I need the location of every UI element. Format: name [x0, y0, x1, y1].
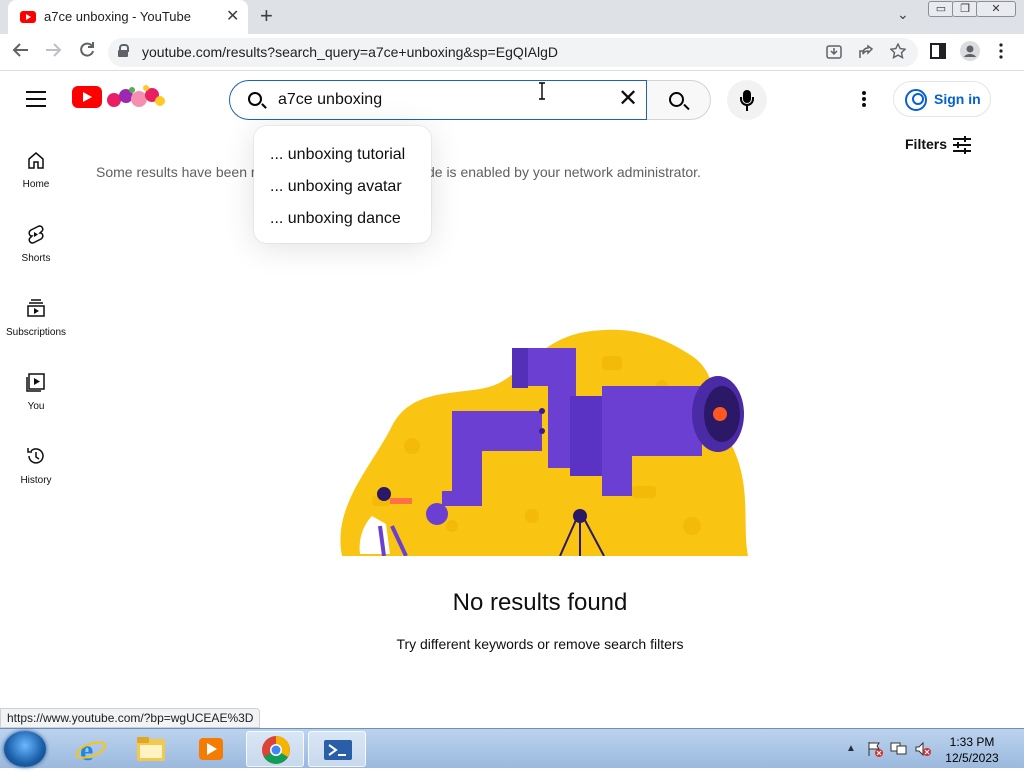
side-panel-icon[interactable] [930, 43, 946, 63]
start-button-windows-icon[interactable] [4, 731, 46, 767]
sign-in-label: Sign in [934, 91, 981, 107]
search-input-value[interactable]: a7ce unboxing [278, 91, 382, 109]
action-center-flag-icon[interactable] [866, 741, 884, 757]
close-window-button[interactable]: ✕ [976, 1, 1016, 17]
taskbar-media-player-icon[interactable] [182, 731, 240, 767]
sidebar-item-label: Home [22, 179, 50, 190]
youtube-header: a7ce unboxing ✕ Sign in [0, 72, 1024, 128]
no-results-hint: Try different keywords or remove search … [396, 636, 684, 652]
search-input[interactable]: a7ce unboxing ✕ [229, 80, 647, 120]
filters-button[interactable]: Filters [905, 136, 947, 152]
chrome-menu-icon[interactable] [999, 43, 1003, 63]
clock-time: 1:33 PM [949, 735, 995, 749]
taskbar-internet-explorer-icon[interactable]: e [62, 731, 120, 767]
taskbar-chrome-icon[interactable] [246, 731, 304, 767]
profile-avatar-icon[interactable] [960, 41, 980, 65]
youtube-logo-icon[interactable] [72, 86, 102, 108]
restore-button[interactable]: ❐ [952, 1, 978, 17]
tab-title: a7ce unboxing - YouTube [44, 9, 191, 24]
volume-muted-icon[interactable] [914, 741, 932, 757]
account-circle-icon [905, 89, 927, 111]
search-icon [248, 92, 262, 106]
notice-text-end: Mode is enabled by your network administ… [407, 164, 701, 180]
filters-sliders-icon[interactable] [953, 136, 971, 154]
youtube-doodle-logo[interactable] [106, 84, 166, 110]
clear-search-icon[interactable]: ✕ [618, 87, 638, 111]
lock-icon[interactable] [118, 44, 129, 57]
sidebar-item-label: You [27, 401, 45, 412]
new-tab-button[interactable]: + [260, 3, 273, 29]
taskbar-file-explorer-icon[interactable] [122, 731, 180, 767]
no-results-telescope-illustration [340, 329, 748, 556]
home-icon [28, 152, 44, 169]
windows-taskbar: e ▲ 1:33 PM 12/5/2023 [0, 728, 1024, 768]
suggestion-item[interactable]: ... unboxing avatar [270, 178, 402, 196]
address-url[interactable]: youtube.com/results?search_query=a7ce+un… [142, 44, 558, 60]
taskbar-powershell-icon[interactable] [308, 731, 366, 767]
text-cursor-icon [538, 82, 546, 105]
sidebar-item-history[interactable]: History [0, 446, 72, 520]
browser-toolbar: youtube.com/results?search_query=a7ce+un… [0, 34, 1024, 71]
suggestion-item[interactable]: ... unboxing dance [270, 210, 401, 228]
history-icon [27, 448, 44, 464]
youtube-favicon-icon [20, 11, 36, 23]
link-status-bar: https://www.youtube.com/?bp=wgUCEAE%3D [0, 708, 261, 728]
svg-text:e: e [80, 734, 93, 767]
forward-arrow-icon[interactable] [44, 41, 62, 64]
notice-text-start: Some results have been r [96, 164, 256, 180]
network-icon[interactable] [890, 741, 908, 757]
sidebar-item-shorts[interactable]: Shorts [0, 224, 72, 298]
minimize-button[interactable]: ▭ [928, 1, 954, 17]
sidebar-item-you[interactable]: You [0, 372, 72, 446]
show-hidden-icons-chevron-icon[interactable]: ▲ [846, 743, 856, 754]
taskbar-clock[interactable]: 1:33 PM 12/5/2023 [942, 734, 1002, 766]
back-arrow-icon[interactable] [12, 41, 30, 64]
subscriptions-icon [27, 299, 45, 317]
no-results-title: No results found [452, 589, 628, 616]
sidebar-item-subscriptions[interactable]: Subscriptions [0, 298, 72, 372]
settings-more-icon[interactable] [862, 91, 866, 107]
address-bar[interactable]: youtube.com/results?search_query=a7ce+un… [108, 38, 918, 67]
browser-tab-strip: a7ce unboxing - YouTube ✕ + ⌄ ▭ ❐ ✕ [0, 0, 1024, 34]
clock-date: 12/5/2023 [945, 751, 999, 765]
sidebar-item-label: Subscriptions [5, 327, 67, 338]
search-icon [669, 92, 684, 107]
shorts-icon [28, 225, 44, 244]
tab-close-icon[interactable]: ✕ [226, 6, 239, 26]
suggestion-item[interactable]: ... unboxing tutorial [270, 146, 405, 164]
search-suggestions-dropdown: ... unboxing tutorial ... unboxing avata… [254, 126, 431, 243]
share-icon[interactable] [858, 44, 874, 64]
voice-search-button[interactable] [727, 80, 767, 120]
tab-search-chevron-icon[interactable]: ⌄ [897, 6, 909, 23]
library-play-icon [26, 373, 45, 392]
search-button[interactable] [647, 80, 711, 120]
bookmark-star-icon[interactable] [889, 42, 907, 63]
sidebar-item-label: History [20, 475, 52, 486]
browser-tab[interactable]: a7ce unboxing - YouTube ✕ [8, 0, 248, 34]
hamburger-menu-icon[interactable] [26, 91, 46, 107]
sidebar-item-home[interactable]: Home [0, 150, 72, 224]
sidebar-item-label: Shorts [21, 253, 51, 264]
install-app-icon[interactable] [826, 44, 842, 64]
reload-icon[interactable] [78, 41, 96, 64]
sign-in-button[interactable]: Sign in [893, 81, 991, 117]
